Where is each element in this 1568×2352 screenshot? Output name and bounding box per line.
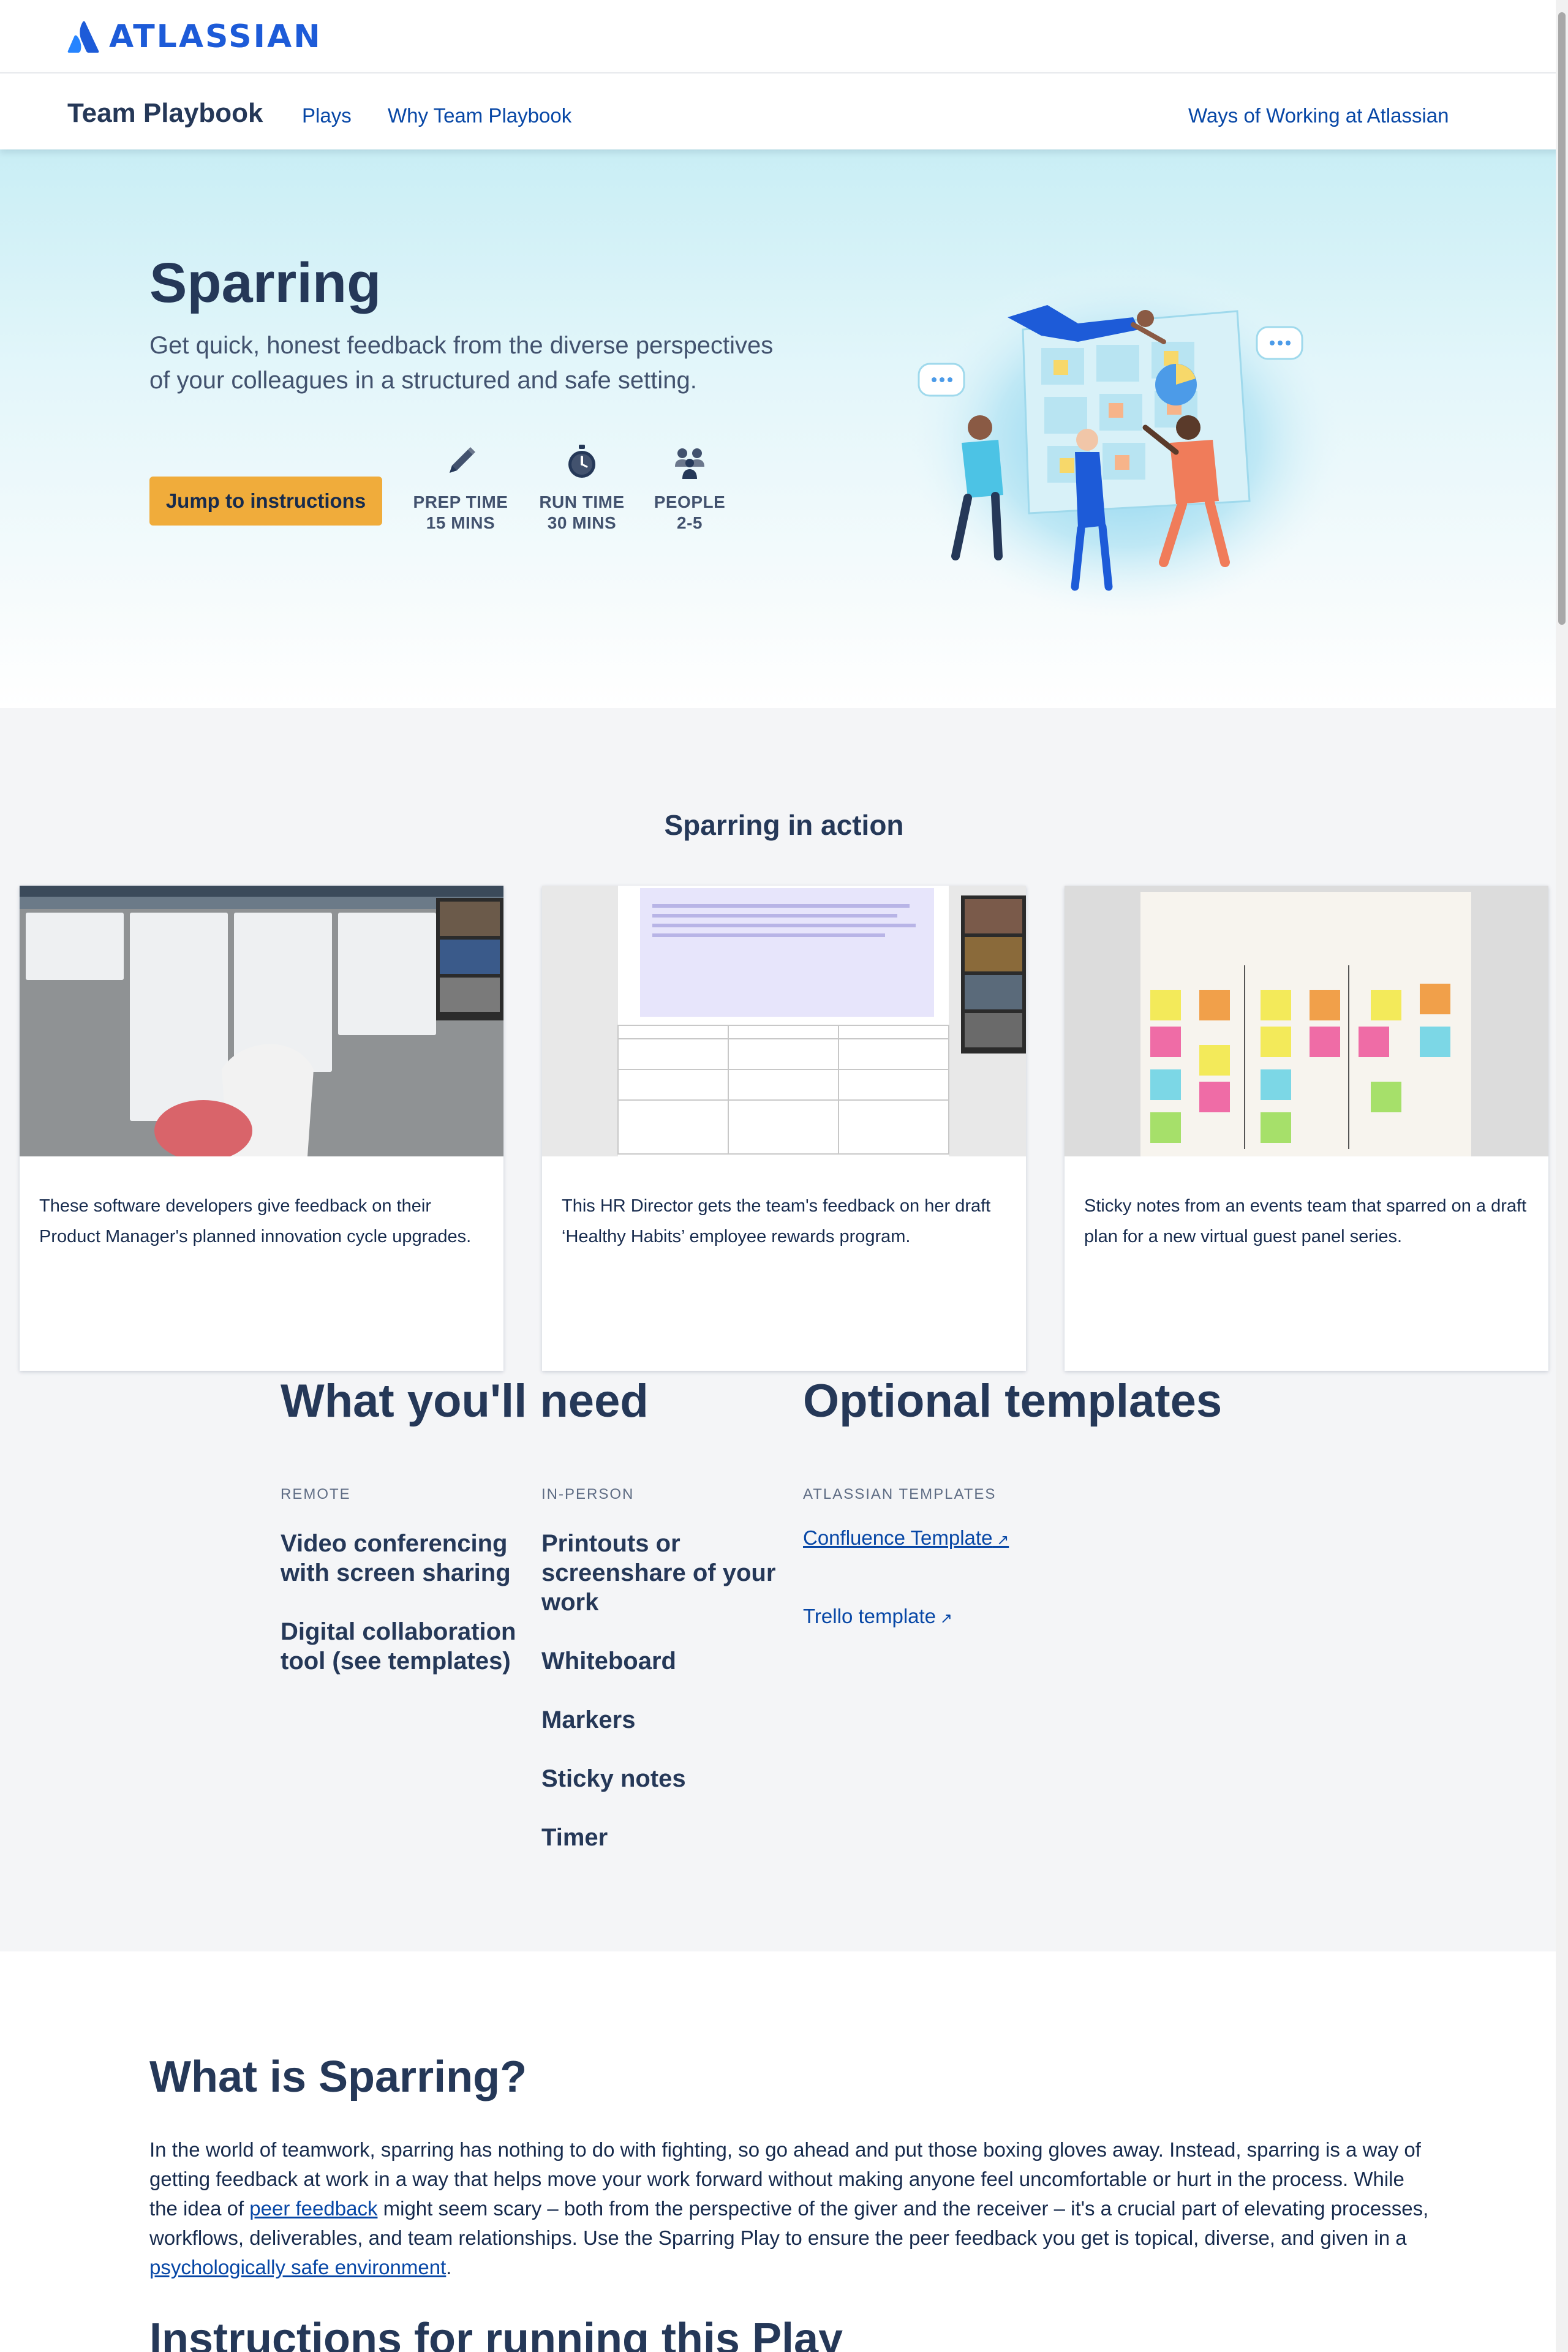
hero-illustration xyxy=(907,262,1348,617)
top-navigation: Team Playbook Plays Why Team Playbook Wa… xyxy=(0,72,1568,149)
stopwatch-icon xyxy=(568,445,595,478)
external-link-icon: ↗ xyxy=(936,1610,952,1627)
psychologically-safe-environment-link[interactable]: psychologically safe environment xyxy=(149,2256,446,2278)
card-caption: This HR Director gets the team's feedbac… xyxy=(562,1196,991,1246)
link-label: Trello template xyxy=(803,1605,937,1627)
jump-to-instructions-button[interactable]: Jump to instructions xyxy=(149,477,382,526)
content-section: Sparring in action These software develo… xyxy=(0,708,1568,1951)
card-caption: Sticky notes from an events team that sp… xyxy=(1084,1196,1527,1246)
remote-heading: REMOTE xyxy=(281,1486,351,1502)
example-card-hr-director[interactable]: This HR Director gets the team's feedbac… xyxy=(542,886,1026,1371)
hero-section: Sparring Get quick, honest feedback from… xyxy=(0,149,1568,708)
page-title: Sparring xyxy=(149,252,382,314)
peer-feedback-link[interactable]: peer feedback xyxy=(249,2197,377,2220)
what-is-sparring-heading: What is Sparring? xyxy=(149,2052,527,2101)
need-item: Printouts or screenshare of your work xyxy=(541,1530,776,1616)
nav-title[interactable]: Team Playbook xyxy=(67,98,263,129)
logo-wordmark: ATLASSIAN xyxy=(109,18,322,55)
stat-value: 2-5 xyxy=(677,513,703,532)
nav-link-ways-of-working[interactable]: Ways of Working at Atlassian xyxy=(1188,104,1449,127)
people-icon xyxy=(675,448,704,479)
example-image-confluence-page xyxy=(542,886,1026,1156)
example-image-trello-board xyxy=(20,886,503,1156)
confluence-template-link[interactable]: Confluence Template ↗ xyxy=(803,1526,1009,1550)
atlassian-templates-heading: ATLASSIAN TEMPLATES xyxy=(803,1486,997,1502)
need-item: Timer xyxy=(541,1824,608,1851)
brand-bar: ATLASSIAN xyxy=(0,0,1568,72)
example-card-events-team[interactable]: Sticky notes from an events team that sp… xyxy=(1065,886,1548,1371)
example-image-sticky-notes xyxy=(1065,886,1548,1156)
scrollbar-thumb[interactable] xyxy=(1558,12,1566,625)
in-person-heading: IN-PERSON xyxy=(541,1486,635,1502)
link-label: Confluence Template xyxy=(803,1526,993,1549)
stat-label: PEOPLE xyxy=(654,492,726,511)
instructions-heading: Instructions for running this Play xyxy=(149,2315,843,2352)
hero-description: Get quick, honest feedback from the dive… xyxy=(149,332,774,394)
optional-templates-heading: Optional templates xyxy=(803,1375,1223,1427)
page-scrollbar[interactable] xyxy=(1556,0,1568,2352)
need-item: Markers xyxy=(541,1706,636,1733)
stat-people: PEOPLE 2-5 xyxy=(616,442,763,533)
what-youll-need-heading: What you'll need xyxy=(281,1375,649,1427)
nav-link-why-team-playbook[interactable]: Why Team Playbook xyxy=(388,104,571,127)
what-is-sparring-paragraph: In the world of teamwork, sparring has n… xyxy=(149,2135,1430,2282)
pencil-icon xyxy=(450,447,475,473)
card-caption: These software developers give feedback … xyxy=(39,1196,472,1246)
trello-template-link[interactable]: Trello template ↗ xyxy=(803,1605,952,1628)
in-action-heading: Sparring in action xyxy=(664,809,904,841)
paragraph-text: . xyxy=(446,2256,452,2278)
external-link-icon: ↗ xyxy=(992,1532,1009,1548)
atlassian-mark-icon xyxy=(67,21,99,53)
need-item: Whiteboard xyxy=(541,1648,676,1675)
example-card-developers[interactable]: These software developers give feedback … xyxy=(20,886,503,1371)
nav-link-plays[interactable]: Plays xyxy=(302,104,352,127)
need-item: Sticky notes xyxy=(541,1765,686,1792)
atlassian-logo[interactable]: ATLASSIAN xyxy=(67,18,322,55)
need-item: Digital collaboration tool (see template… xyxy=(281,1618,516,1675)
need-item: Video conferencing with screen sharing xyxy=(281,1530,511,1586)
